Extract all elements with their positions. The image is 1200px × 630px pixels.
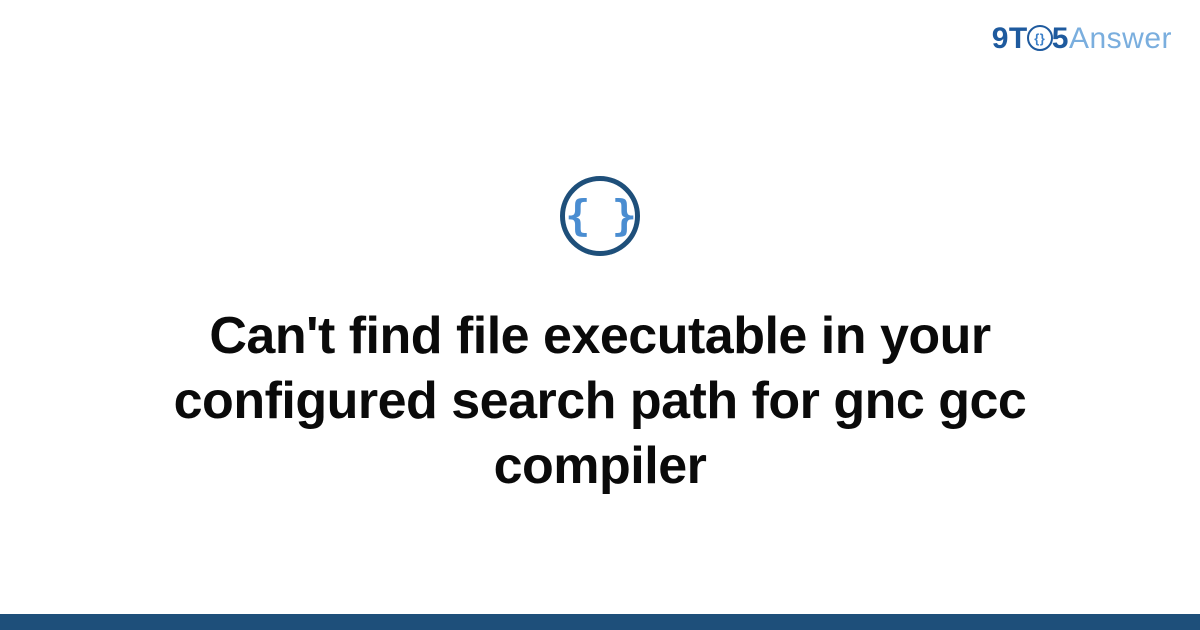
page-title: Can't find file executable in your confi… bbox=[120, 304, 1080, 499]
braces-glyph: { } bbox=[565, 195, 635, 237]
footer-bar bbox=[0, 614, 1200, 630]
code-braces-icon: { } bbox=[560, 176, 640, 256]
main-content: { } Can't find file executable in your c… bbox=[0, 0, 1200, 615]
